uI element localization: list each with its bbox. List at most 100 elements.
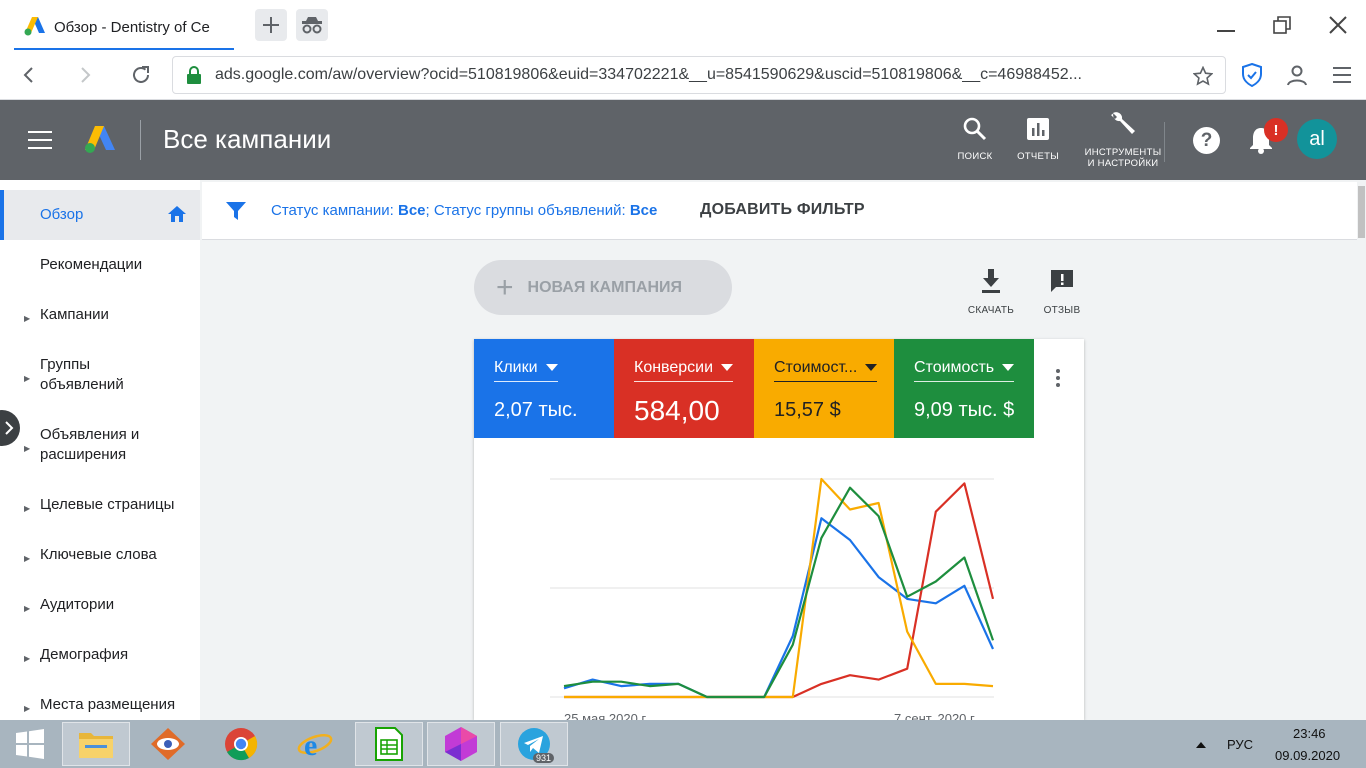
header-divider [140,120,141,160]
metric-cost[interactable]: Стоимость 9,09 тыс. $ [894,339,1034,438]
download-button[interactable]: СКАЧАТЬ [966,268,1016,316]
notification-badge: ! [1264,118,1288,142]
tools-settings-button[interactable]: ИНСТРУМЕНТЫ И НАСТРОЙКИ [1080,110,1166,169]
filter-funnel-icon[interactable] [225,200,247,222]
new-campaign-button[interactable]: + НОВАЯ КАМПАНИЯ [474,260,732,315]
restore-window-button[interactable] [1267,10,1297,40]
back-button[interactable] [14,60,44,90]
clock-time[interactable]: 23:46 [1293,726,1326,741]
restore-icon [1273,16,1291,34]
minimize-window-button[interactable] [1211,10,1241,40]
sidebar-item-ads-extensions[interactable]: ▶ Объявления и расширения [0,410,200,480]
search-button[interactable]: ПОИСК [952,116,998,162]
new-campaign-label: НОВАЯ КАМПАНИЯ [527,278,683,296]
add-filter-button[interactable]: ДОБАВИТЬ ФИЛЬТР [700,201,865,219]
windows-taskbar: e 931 РУС 23:46 09.09.2020 [0,720,1366,768]
metric-selector[interactable]: Конверсии [634,359,734,382]
sidebar-item-campaigns[interactable]: ▶ Кампании [0,290,200,340]
close-icon [1329,16,1347,34]
url-text: ads.google.com/aw/overview?ocid=51081980… [215,66,1082,83]
browser-tab-active[interactable]: Обзор - Dentistry of Ce [14,8,234,50]
sidebar-item-audiences[interactable]: ▶ Аудитории [0,580,200,630]
filter-bar: Статус кампании: Все; Статус группы объя… [202,182,1366,240]
metric-label: Стоимост... [774,359,858,376]
sidebar-item-label: Места размещения [40,696,176,713]
sidebar-item-label: Группы [40,356,90,373]
sidebar-item-label: Обзор [40,206,84,223]
reload-button[interactable] [126,60,156,90]
google-ads-logo-icon[interactable] [84,124,116,154]
metric-cost-per-conversion[interactable]: Стоимост... 15,57 $ [754,339,894,438]
svg-text:e: e [304,729,317,761]
expand-arrow-icon: ▶ [24,374,31,383]
taskbar-internet-explorer[interactable]: e [281,722,349,766]
shield-extension-button[interactable] [1237,60,1267,90]
kebab-dot [1056,376,1060,380]
filter-value: Все [397,202,426,219]
chevron-right-icon [5,421,14,435]
filter-part: Статус кампании: [271,202,398,219]
metric-clicks[interactable]: Клики 2,07 тыс. [474,339,614,438]
metric-selector[interactable]: Стоимост... [774,359,878,382]
browser-menu-button[interactable] [1327,60,1357,90]
taskbar-gem-app[interactable] [427,722,495,766]
wrench-icon [1111,112,1135,134]
sidebar-item-overview[interactable]: Обзор [0,190,200,240]
tools-label-line2: И НАСТРОЙКИ [1087,158,1159,169]
tray-expand-icon[interactable] [1196,742,1206,748]
sidebar-item-placements[interactable]: ▶ Места размещения [0,680,200,720]
page-scrollbar[interactable] [1357,182,1366,720]
telegram-unread-badge: 931 [533,753,555,763]
reports-button[interactable]: ОТЧЕТЫ [1012,116,1064,162]
expand-arrow-icon: ▶ [24,444,31,453]
metric-value: 584,00 [634,395,720,426]
hamburger-line [28,147,52,149]
arrow-back-icon [23,67,33,83]
taskbar-spreadsheet[interactable] [355,722,423,766]
filter-part: ; Статус группы объявлений: [425,202,630,219]
metric-selector[interactable]: Стоимость [914,359,1015,382]
sidebar-item-landing-pages[interactable]: ▶ Целевые страницы [0,480,200,530]
caret-down-icon [1002,364,1015,372]
more-options-button[interactable] [1056,369,1062,390]
input-language[interactable]: РУС [1227,737,1253,752]
url-field[interactable]: ads.google.com/aw/overview?ocid=51081980… [172,56,1226,94]
star-bookmark-icon[interactable] [1193,66,1213,86]
metric-selector[interactable]: Клики [494,359,558,382]
profile-button[interactable] [1282,60,1312,90]
feedback-button[interactable]: ОТЗЫВ [1040,268,1084,316]
caret-down-icon [721,364,734,372]
main-menu-button[interactable] [28,131,52,149]
kebab-dot [1056,383,1060,387]
clock-date[interactable]: 09.09.2020 [1275,748,1340,763]
taskbar-telegram[interactable]: 931 [500,722,568,766]
browser-tab-strip: Обзор - Dentistry of Ce [0,0,1366,50]
incognito-button[interactable] [296,9,328,41]
sidebar-item-label: Рекомендации [40,256,143,273]
forward-button[interactable] [70,60,100,90]
scrollbar-thumb[interactable] [1358,186,1365,238]
sidebar-item-ad-groups[interactable]: ▶ Группы объявлений [0,340,200,410]
sidebar-item-keywords[interactable]: ▶ Ключевые слова [0,530,200,580]
taskbar-chrome[interactable] [207,722,275,766]
sidebar-item-recommendations[interactable]: Рекомендации [0,240,200,290]
active-filters[interactable]: Статус кампании: Все; Статус группы объя… [271,202,657,219]
close-window-button[interactable] [1323,10,1353,40]
menu-lines-icon [1333,67,1351,83]
folder-icon [79,733,113,758]
shield-icon [1242,63,1262,87]
expand-arrow-icon: ▶ [24,704,31,713]
sidebar-item-label: Целевые страницы [40,496,175,513]
sidebar-item-demographics[interactable]: ▶ Демография [0,630,200,680]
lock-icon [187,66,201,84]
taskbar-app-eye[interactable] [134,722,202,766]
metric-conversions[interactable]: Конверсии 584,00 [614,339,754,438]
filter-value: Все [629,202,658,219]
performance-card: Клики 2,07 тыс. Конверсии 584,00 Стоимос… [474,339,1084,720]
account-avatar[interactable]: al [1297,119,1337,159]
new-tab-button[interactable] [255,9,287,41]
help-button[interactable]: ? [1193,127,1220,154]
taskbar-file-explorer[interactable] [62,722,130,766]
bar-chart-icon [1027,118,1049,140]
start-button[interactable] [0,722,60,766]
